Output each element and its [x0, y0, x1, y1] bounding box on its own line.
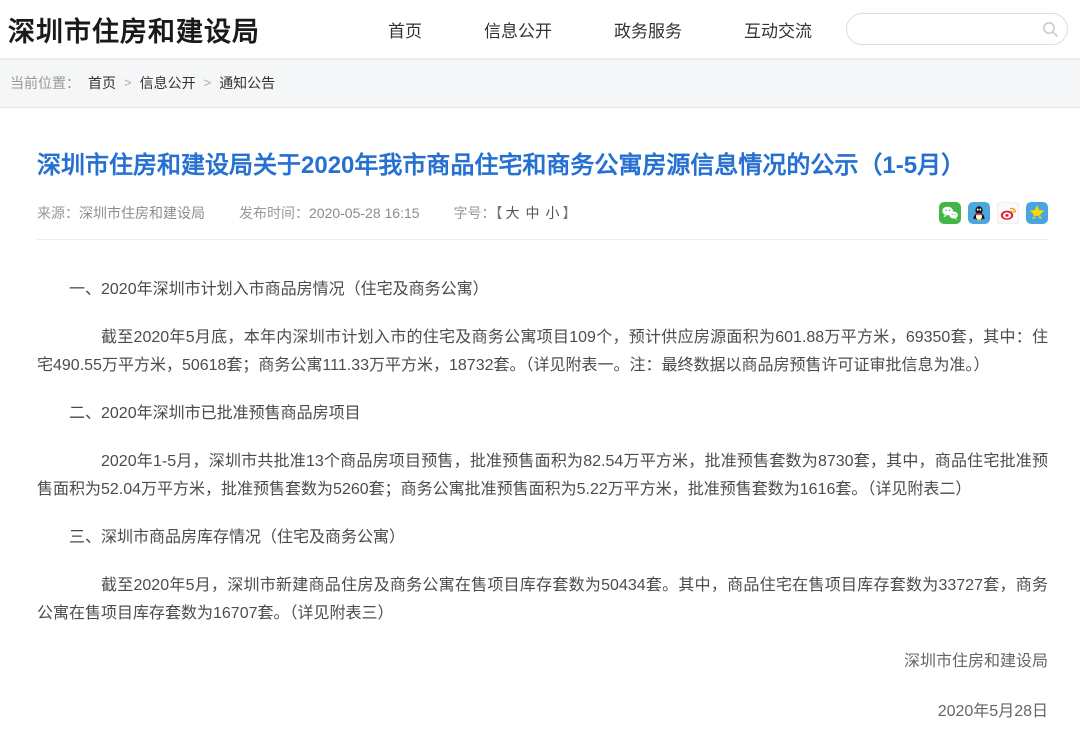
nav-item-home[interactable]: 首页	[388, 17, 422, 42]
article-body: 一、2020年深圳市计划入市商品房情况（住宅及商务公寓） 截至2020年5月底，…	[37, 240, 1048, 726]
share-icons	[939, 202, 1048, 224]
section-3-heading: 三、深圳市商品房库存情况（住宅及商务公寓）	[37, 524, 1048, 552]
font-size-control: 字号：【大中小】	[454, 203, 577, 223]
search-icon[interactable]	[1041, 20, 1059, 38]
font-size-medium-button[interactable]: 中	[523, 205, 543, 221]
site-logo[interactable]: 深圳市住房和建设局	[8, 10, 260, 49]
meta-source-label: 来源：	[37, 205, 79, 221]
breadcrumb-item-info-disclosure[interactable]: 信息公开	[140, 73, 196, 93]
font-size-bracket-open: 【	[496, 205, 503, 221]
meta-source: 来源：深圳市住房和建设局	[37, 203, 205, 223]
meta-time-label: 发布时间：	[239, 205, 309, 221]
meta-time-value: 2020-05-28 16:15	[309, 205, 420, 221]
section-3-paragraph: 截至2020年5月，深圳市新建商品住房及商务公寓在售项目库存套数为50434套。…	[37, 572, 1048, 628]
breadcrumb-separator: >	[204, 75, 212, 90]
qq-share-icon[interactable]	[968, 202, 990, 224]
main-nav: 首页 信息公开 政务服务 互动交流	[388, 17, 812, 42]
breadcrumb-item-home[interactable]: 首页	[88, 73, 116, 93]
meta-publish-time: 发布时间：2020-05-28 16:15	[239, 203, 420, 223]
article-meta-row: 来源：深圳市住房和建设局 发布时间：2020-05-28 16:15 字号：【大…	[37, 202, 1048, 224]
font-size-label: 字号：	[454, 205, 496, 221]
weibo-share-icon[interactable]	[997, 202, 1019, 224]
wechat-share-icon[interactable]	[939, 202, 961, 224]
section-1-paragraph: 截至2020年5月底，本年内深圳市计划入市的住宅及商务公寓项目109个，预计供应…	[37, 324, 1048, 380]
search-box[interactable]	[846, 13, 1068, 45]
font-size-small-button[interactable]: 小	[543, 205, 563, 221]
section-2-heading: 二、2020年深圳市已批准预售商品房项目	[37, 400, 1048, 428]
breadcrumb-band: 当前位置： 首页 > 信息公开 > 通知公告	[0, 58, 1080, 108]
section-1-heading: 一、2020年深圳市计划入市商品房情况（住宅及商务公寓）	[37, 276, 1048, 304]
nav-item-gov-services[interactable]: 政务服务	[614, 17, 682, 42]
breadcrumb-separator: >	[124, 75, 132, 90]
article-date: 2020年5月28日	[37, 698, 1048, 726]
nav-item-info-disclosure[interactable]: 信息公开	[484, 17, 552, 42]
search-input[interactable]	[861, 21, 1041, 37]
meta-source-value: 深圳市住房和建设局	[79, 205, 205, 221]
breadcrumb-item-notices[interactable]: 通知公告	[219, 73, 275, 93]
article: 深圳市住房和建设局关于2020年我市商品住宅和商务公寓房源信息情况的公示（1-5…	[0, 150, 1080, 726]
font-size-large-button[interactable]: 大	[503, 205, 523, 221]
article-signature: 深圳市住房和建设局	[37, 648, 1048, 676]
font-size-bracket-close: 】	[563, 205, 577, 221]
article-title: 深圳市住房和建设局关于2020年我市商品住宅和商务公寓房源信息情况的公示（1-5…	[37, 150, 1048, 182]
breadcrumb: 当前位置： 首页 > 信息公开 > 通知公告	[10, 73, 275, 93]
site-header: 深圳市住房和建设局 首页 信息公开 政务服务 互动交流	[0, 0, 1080, 58]
nav-item-interaction[interactable]: 互动交流	[744, 17, 812, 42]
section-2-paragraph: 2020年1-5月，深圳市共批准13个商品房项目预售，批准预售面积为82.54万…	[37, 448, 1048, 504]
breadcrumb-label: 当前位置：	[10, 73, 80, 93]
qzone-share-icon[interactable]	[1026, 202, 1048, 224]
